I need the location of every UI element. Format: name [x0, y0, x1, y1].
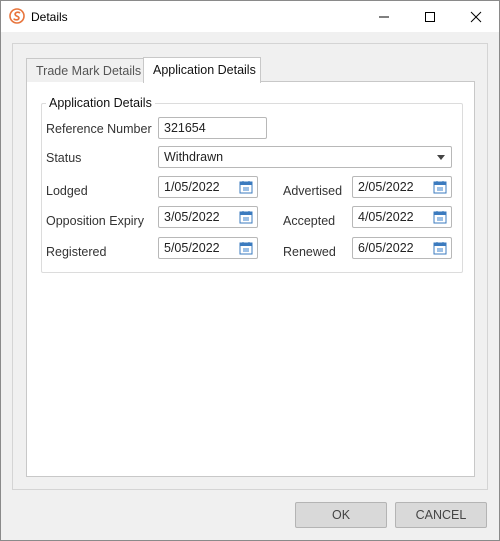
minimize-icon [379, 16, 389, 18]
calendar-icon[interactable] [433, 241, 447, 255]
opposition-expiry-label: Opposition Expiry [46, 214, 144, 228]
app-logo-icon [9, 8, 25, 24]
ok-button[interactable]: OK [295, 502, 387, 528]
calendar-icon[interactable] [239, 210, 253, 224]
lodged-date-input[interactable]: 1/05/2022 [158, 176, 258, 198]
calendar-icon[interactable] [239, 241, 253, 255]
title-bar[interactable]: Details [1, 1, 499, 32]
lodged-date-value: 1/05/2022 [164, 180, 220, 194]
renewed-date-input[interactable]: 6/05/2022 [352, 237, 452, 259]
tab-trade-mark-details[interactable]: Trade Mark Details [26, 58, 144, 82]
registered-date-input[interactable]: 5/05/2022 [158, 237, 258, 259]
calendar-icon[interactable] [433, 210, 447, 224]
registered-date-value: 5/05/2022 [164, 241, 220, 255]
status-select[interactable]: Withdrawn [158, 146, 452, 168]
accepted-date-value: 4/05/2022 [358, 210, 414, 224]
close-icon [470, 11, 482, 23]
calendar-icon[interactable] [239, 180, 253, 194]
status-value: Withdrawn [164, 150, 224, 164]
maximize-button[interactable] [407, 1, 453, 32]
accepted-date-input[interactable]: 4/05/2022 [352, 206, 452, 228]
reference-number-label: Reference Number [46, 122, 152, 136]
minimize-button[interactable] [361, 1, 407, 32]
tab-application-details[interactable]: Application Details [143, 57, 261, 83]
group-legend: Application Details [46, 96, 155, 110]
reference-number-value: 321654 [164, 121, 206, 135]
lodged-label: Lodged [46, 184, 88, 198]
opposition-expiry-date-input[interactable]: 3/05/2022 [158, 206, 258, 228]
reference-number-input[interactable]: 321654 [158, 117, 267, 139]
opposition-expiry-date-value: 3/05/2022 [164, 210, 220, 224]
chevron-down-icon [437, 155, 445, 160]
advertised-date-value: 2/05/2022 [358, 180, 414, 194]
status-label: Status [46, 151, 82, 165]
calendar-icon[interactable] [433, 180, 447, 194]
renewed-label: Renewed [283, 245, 336, 259]
close-button[interactable] [453, 1, 499, 32]
advertised-label: Advertised [283, 184, 343, 198]
registered-label: Registered [46, 245, 107, 259]
advertised-date-input[interactable]: 2/05/2022 [352, 176, 452, 198]
window-title: Details [31, 10, 68, 24]
maximize-icon [425, 12, 435, 22]
cancel-button[interactable]: CANCEL [395, 502, 487, 528]
renewed-date-value: 6/05/2022 [358, 241, 414, 255]
accepted-label: Accepted [283, 214, 336, 228]
